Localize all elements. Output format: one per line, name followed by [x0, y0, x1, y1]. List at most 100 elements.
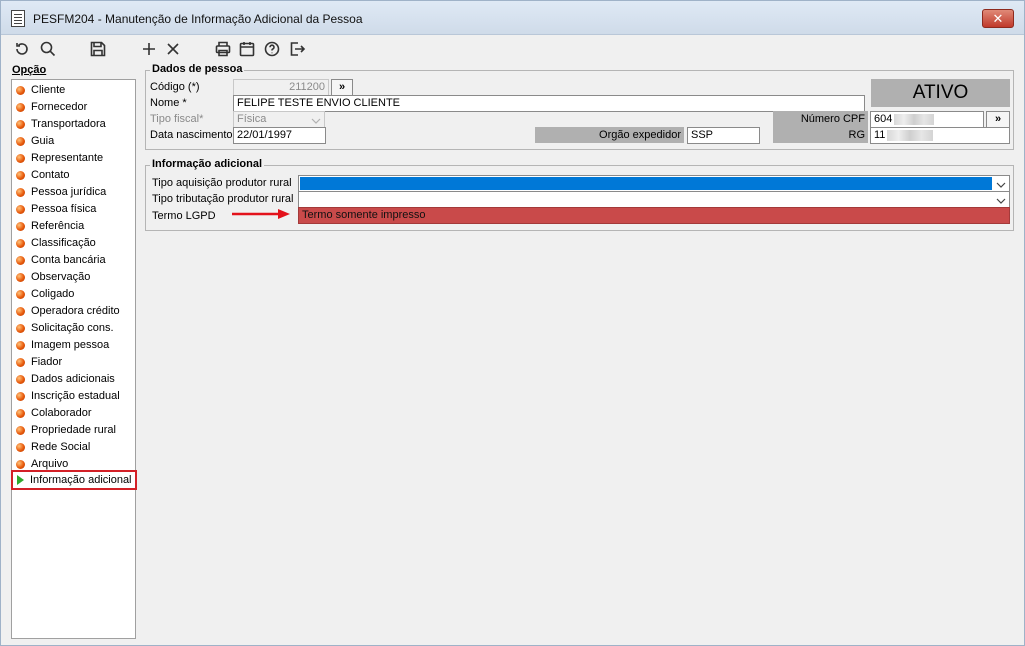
sidebar-item-fiador[interactable]: Fiador: [15, 354, 62, 370]
sidebar-item-label: Fiador: [31, 356, 63, 368]
sidebar-item-propriedade-rural[interactable]: Propriedade rural: [15, 422, 116, 438]
bullet-icon: [16, 204, 25, 214]
sidebar-item-pessoa-fisica[interactable]: Pessoa física: [15, 201, 96, 217]
sidebar-item-label: Contato: [31, 169, 70, 181]
sidebar-item-operadora-credito[interactable]: Operadora crédito: [15, 303, 120, 319]
codigo-field[interactable]: 211200: [233, 79, 329, 96]
tipo-aquisicao-select[interactable]: [298, 175, 1010, 192]
sidebar-item-cliente[interactable]: Cliente: [15, 82, 65, 98]
bullet-icon: [16, 238, 25, 248]
sidebar-item-solicitacao-cons[interactable]: Solicitação cons.: [15, 320, 114, 336]
bullet-icon: [16, 85, 25, 95]
sidebar-item-imagem-pessoa[interactable]: Imagem pessoa: [15, 337, 109, 353]
bullet-icon: [16, 102, 25, 112]
rg-field[interactable]: 11: [870, 127, 1010, 144]
tipo-tributacao-select[interactable]: [298, 191, 1010, 208]
sidebar-item-label: Classificação: [31, 237, 96, 249]
bullet-icon: [16, 425, 25, 435]
refresh-icon[interactable]: [11, 38, 33, 60]
sidebar-item-label: Dados adicionais: [31, 373, 115, 385]
redacted-mask: [887, 129, 934, 141]
bullet-icon: [16, 187, 25, 197]
sidebar-item-label: Cliente: [31, 84, 66, 96]
codigo-goto-button[interactable]: »: [331, 79, 353, 96]
sidebar-item-pessoa-juridica[interactable]: Pessoa jurídica: [15, 184, 106, 200]
cpf-field[interactable]: 604: [870, 111, 984, 128]
termo-lgpd-field[interactable]: Termo somente impresso: [298, 207, 1010, 224]
termo-lgpd-label: Termo LGPD: [152, 210, 216, 222]
sidebar-item-label: Imagem pessoa: [31, 339, 110, 351]
main-window: PESFM204 - Manutenção de Informação Adic…: [0, 0, 1025, 646]
sidebar-item-contato[interactable]: Contato: [15, 167, 70, 183]
sidebar-item-fornecedor[interactable]: Fornecedor: [15, 99, 87, 115]
orgao-expedidor-field[interactable]: SSP: [687, 127, 760, 144]
data-nascimento-field[interactable]: 22/01/1997: [233, 127, 326, 144]
group-title: Dados de pessoa: [150, 63, 245, 75]
cpf-label: Número CPF: [773, 111, 868, 127]
sidebar-item-label: Representante: [31, 152, 104, 164]
bullet-icon: [16, 340, 25, 350]
help-icon[interactable]: [261, 38, 283, 60]
tipo-fiscal-select[interactable]: Física: [233, 111, 325, 128]
title-bar: PESFM204 - Manutenção de Informação Adic…: [1, 1, 1024, 35]
sidebar-item-inscricao-estadual[interactable]: Inscrição estadual: [15, 388, 120, 404]
bullet-icon: [16, 272, 25, 282]
print-icon[interactable]: [212, 38, 234, 60]
sidebar-item-conta-bancaria[interactable]: Conta bancária: [15, 252, 106, 268]
search-icon[interactable]: [37, 38, 59, 60]
bullet-icon: [16, 255, 25, 265]
rg-label: RG: [773, 127, 868, 143]
bullet-icon: [16, 306, 25, 316]
sidebar-item-label: Informação adicional: [30, 474, 132, 486]
sidebar-item-label: Fornecedor: [31, 101, 88, 113]
sidebar-item-label: Transportadora: [31, 118, 106, 130]
sidebar-item-label: Referência: [31, 220, 85, 232]
tipo-fiscal-label: Tipo fiscal*: [150, 113, 204, 125]
bullet-icon: [16, 136, 25, 146]
chevron-down-icon[interactable]: [996, 195, 1006, 204]
delete-icon[interactable]: [162, 38, 184, 60]
bullet-icon: [16, 289, 25, 299]
sidebar-item-representante[interactable]: Representante: [15, 150, 103, 166]
chevron-down-icon: [311, 115, 321, 124]
sidebar-item-rede-social[interactable]: Rede Social: [15, 439, 90, 455]
sidebar-item-arquivo[interactable]: Arquivo: [15, 456, 68, 472]
nome-label: Nome *: [150, 97, 187, 109]
sidebar-item-coligado[interactable]: Coligado: [15, 286, 74, 302]
exit-icon[interactable]: [286, 38, 308, 60]
bullet-icon: [16, 153, 25, 163]
sidebar-item-label: Guia: [31, 135, 55, 147]
sidebar-item-transportadora[interactable]: Transportadora: [15, 116, 106, 132]
sidebar-item-label: Pessoa física: [31, 203, 97, 215]
save-icon[interactable]: [87, 38, 109, 60]
bullet-icon: [16, 459, 25, 469]
document-icon: [11, 10, 25, 27]
selected-arrow-icon: [17, 475, 24, 485]
sidebar-item-referencia[interactable]: Referência: [15, 218, 84, 234]
close-button[interactable]: ✕: [982, 9, 1014, 28]
cpf-goto-button[interactable]: »: [986, 111, 1010, 128]
window-title: PESFM204 - Manutenção de Informação Adic…: [33, 12, 363, 26]
bullet-icon: [16, 170, 25, 180]
sidebar-item-informacao-adicional[interactable]: Informação adicional: [11, 470, 137, 490]
data-nascimento-label: Data nascimento: [150, 129, 233, 141]
sidebar-item-guia[interactable]: Guia: [15, 133, 54, 149]
sidebar-item-label: Observação: [31, 271, 91, 283]
sidebar-item-observacao[interactable]: Observação: [15, 269, 90, 285]
redacted-mask: [894, 113, 935, 125]
sidebar-item-label: Inscrição estadual: [31, 390, 120, 402]
sidebar-item-colaborador[interactable]: Colaborador: [15, 405, 92, 421]
orgao-expedidor-label: Orgão expedidor: [535, 127, 684, 143]
toolbar: [1, 36, 1024, 62]
cpf-value: 604: [874, 113, 893, 125]
add-icon[interactable]: [138, 38, 160, 60]
sidebar-item-dados-adicionais[interactable]: Dados adicionais: [15, 371, 115, 387]
bullet-icon: [16, 357, 25, 367]
calendar-icon[interactable]: [236, 38, 258, 60]
sidebar-item-label: Solicitação cons.: [31, 322, 114, 334]
nome-field[interactable]: FELIPE TESTE ENVIO CLIENTE: [233, 95, 865, 112]
sidebar-item-classificacao[interactable]: Classificação: [15, 235, 96, 251]
chevron-down-icon[interactable]: [996, 179, 1006, 188]
codigo-label: Código (*): [150, 81, 200, 93]
bullet-icon: [16, 323, 25, 333]
